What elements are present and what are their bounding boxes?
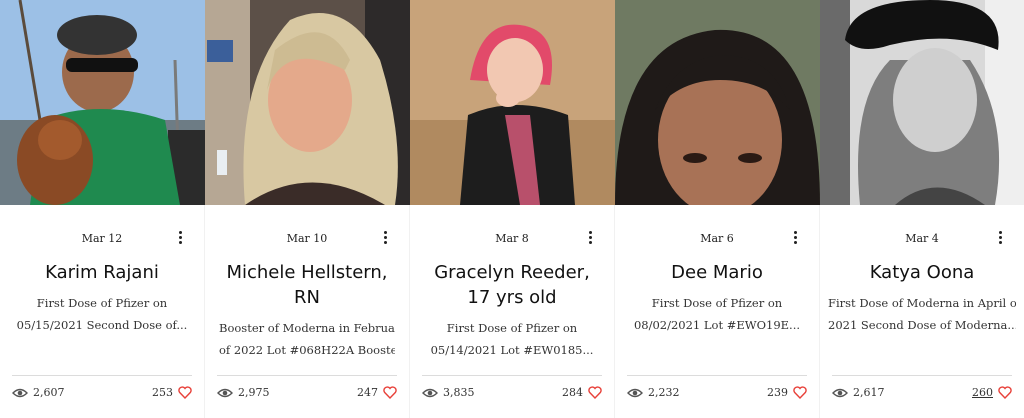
like-button[interactable]: 247 — [357, 386, 397, 399]
more-options-icon[interactable] — [381, 231, 389, 247]
story-stats: 2,975 247 — [217, 386, 397, 404]
more-options-icon[interactable] — [176, 231, 184, 247]
post-date: Mar 4 — [905, 232, 939, 245]
like-button[interactable]: 284 — [562, 386, 602, 399]
divider — [12, 375, 192, 376]
story-card[interactable]: Mar 6 Dee Mario First Dose of Pfizer on … — [615, 0, 820, 418]
story-name[interactable]: Katya Oona — [832, 260, 1012, 285]
more-options-icon[interactable] — [586, 231, 594, 247]
story-excerpt: Booster of Moderna in February of 2022 L… — [219, 321, 395, 357]
views-count: 2,617 — [853, 386, 885, 399]
stories-grid: Mar 12 Karim Rajani First Dose of Pfizer… — [0, 0, 1024, 418]
views-count: 2,232 — [648, 386, 680, 399]
story-excerpt: First Dose of Pfizer on 05/14/2021 Lot #… — [430, 321, 594, 357]
story-name[interactable]: Karim Rajani — [12, 260, 192, 285]
profile-photo[interactable] — [410, 0, 615, 205]
heart-icon[interactable] — [998, 386, 1012, 399]
story-card[interactable]: Mar 8 Gracelyn Reeder, 17 yrs old First … — [410, 0, 615, 418]
profile-photo[interactable] — [820, 0, 1024, 205]
story-stats: 2,607 253 — [12, 386, 192, 404]
eye-icon — [832, 388, 848, 397]
eye-icon — [12, 388, 28, 397]
likes-count: 260 — [972, 386, 993, 399]
post-date: Mar 6 — [700, 232, 734, 245]
views-count: 2,607 — [33, 386, 65, 399]
heart-icon[interactable] — [178, 386, 192, 399]
views-counter: 3,835 — [422, 386, 475, 399]
views-count: 2,975 — [238, 386, 270, 399]
post-date: Mar 10 — [286, 232, 328, 245]
divider — [627, 375, 807, 376]
eye-icon — [422, 388, 438, 397]
likes-count: 253 — [152, 386, 173, 399]
heart-icon[interactable] — [383, 386, 397, 399]
story-stats: 3,835 284 — [422, 386, 602, 404]
story-card[interactable]: Mar 10 Michele Hellstern, RN Booster of … — [205, 0, 410, 418]
more-options-icon[interactable] — [996, 231, 1004, 247]
eye-icon — [217, 388, 233, 397]
views-count: 3,835 — [443, 386, 475, 399]
story-excerpt: First Dose of Pfizer on 05/15/2021 Secon… — [16, 296, 188, 332]
profile-photo[interactable] — [615, 0, 820, 205]
story-card[interactable]: Mar 4 Katya Oona First Dose of Moderna i… — [820, 0, 1024, 418]
likes-count: 284 — [562, 386, 583, 399]
eye-icon — [627, 388, 643, 397]
views-counter: 2,617 — [832, 386, 885, 399]
likes-count: 247 — [357, 386, 378, 399]
story-card[interactable]: Mar 12 Karim Rajani First Dose of Pfizer… — [0, 0, 205, 418]
like-button[interactable]: 253 — [152, 386, 192, 399]
divider — [832, 375, 1012, 376]
likes-count: 239 — [767, 386, 788, 399]
views-counter: 2,975 — [217, 386, 270, 399]
divider — [217, 375, 397, 376]
story-excerpt: First Dose of Moderna in April of 2021 S… — [828, 296, 1016, 332]
views-counter: 2,232 — [627, 386, 680, 399]
story-name[interactable]: Gracelyn Reeder, 17 yrs old — [422, 260, 602, 310]
post-date: Mar 12 — [81, 232, 123, 245]
story-stats: 2,232 239 — [627, 386, 807, 404]
heart-icon[interactable] — [793, 386, 807, 399]
profile-photo[interactable] — [0, 0, 205, 205]
like-button[interactable]: 260 — [972, 386, 1012, 399]
story-name[interactable]: Dee Mario — [627, 260, 807, 285]
profile-photo[interactable] — [205, 0, 410, 205]
more-options-icon[interactable] — [791, 231, 799, 247]
story-name[interactable]: Michele Hellstern, RN — [217, 260, 397, 310]
like-button[interactable]: 239 — [767, 386, 807, 399]
divider — [422, 375, 602, 376]
story-excerpt: First Dose of Pfizer on 08/02/2021 Lot #… — [633, 296, 801, 332]
post-date: Mar 8 — [495, 232, 529, 245]
story-stats: 2,617 260 — [832, 386, 1012, 404]
heart-icon[interactable] — [588, 386, 602, 399]
views-counter: 2,607 — [12, 386, 65, 399]
